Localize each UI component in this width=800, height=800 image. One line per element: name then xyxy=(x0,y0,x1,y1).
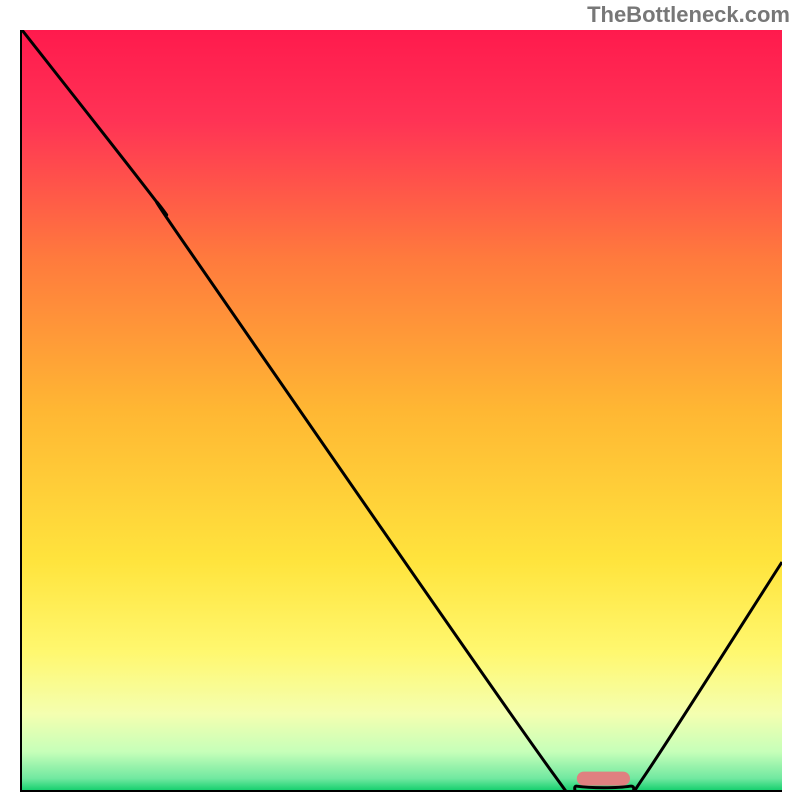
plot-area xyxy=(20,30,782,792)
chart-container: TheBottleneck.com xyxy=(0,0,800,800)
watermark-text: TheBottleneck.com xyxy=(587,2,790,28)
optimal-marker xyxy=(577,772,630,786)
curve-layer xyxy=(22,30,782,790)
bottleneck-curve xyxy=(22,30,782,790)
